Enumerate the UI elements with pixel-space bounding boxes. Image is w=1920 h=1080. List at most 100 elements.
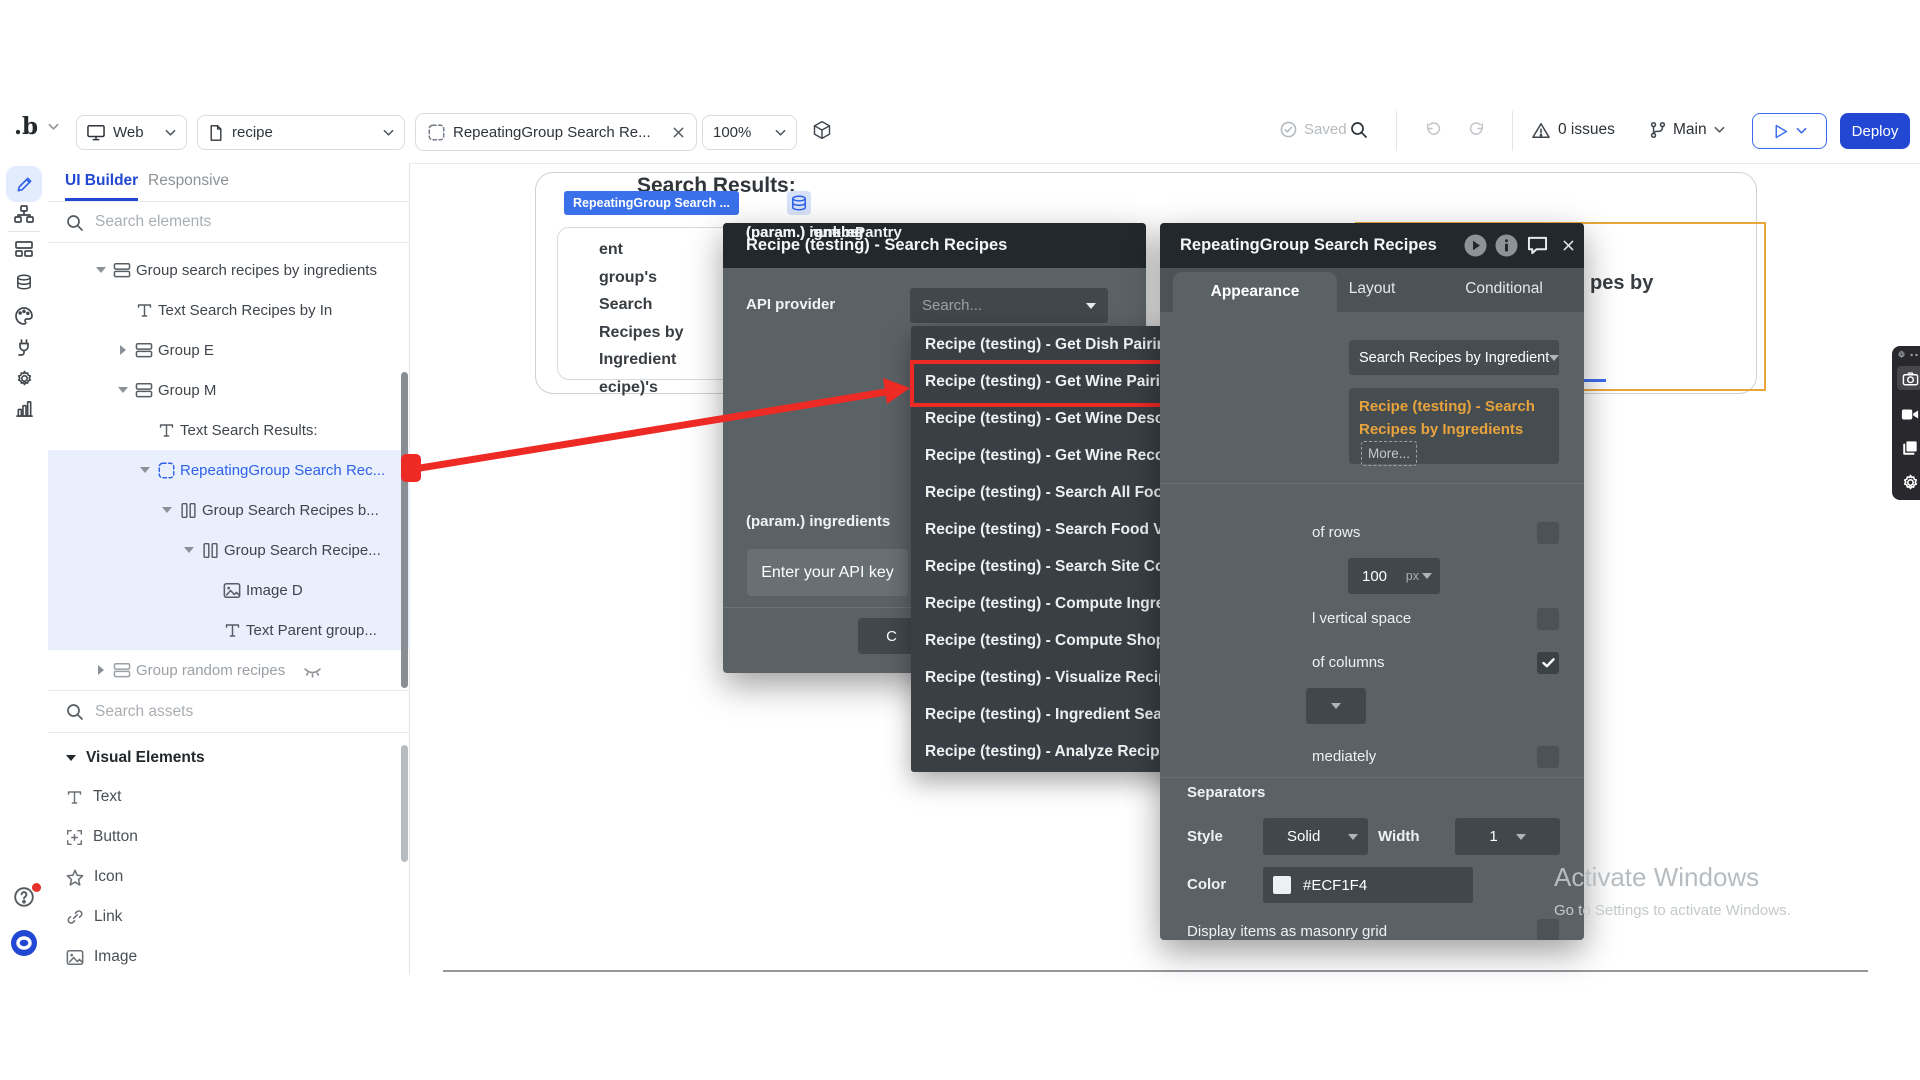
tab-responsive[interactable]: Responsive [148, 172, 229, 190]
separator-width-select[interactable]: 1 [1455, 818, 1560, 855]
tree-item-5[interactable]: RepeatingGroup Search Rec... [48, 450, 410, 490]
columns-checkbox[interactable] [1537, 652, 1559, 674]
tree-item-0[interactable]: Group search recipes by ingredients [48, 250, 410, 290]
canvas-cell-text[interactable]: ent group's Search Recipes by Ingredient… [599, 236, 683, 401]
tree-item-4[interactable]: Text Search Results: [48, 410, 410, 450]
reusable-components-icon[interactable] [12, 237, 36, 261]
caret-down-icon [66, 755, 76, 761]
immediately-checkbox[interactable] [1537, 746, 1559, 768]
issues-button[interactable]: 0 issues [1532, 121, 1615, 139]
vertical-space-checkbox[interactable] [1537, 608, 1559, 630]
deploy-button[interactable]: Deploy [1840, 113, 1910, 149]
chat-bubble-icon[interactable] [10, 929, 38, 957]
caret-down-icon[interactable] [114, 387, 132, 393]
enter-api-key-button[interactable]: Enter your API key [747, 549, 908, 596]
palette-item-label: Image [94, 948, 137, 966]
search-elements-input[interactable]: Search elements [48, 202, 410, 243]
palette-item-text[interactable]: Text [48, 777, 398, 817]
branch-name: Main [1673, 121, 1707, 139]
row-height-input[interactable]: 100 px [1348, 558, 1440, 594]
zoom-dropdown[interactable]: 100% [702, 115, 797, 150]
colgroup-icon [176, 502, 200, 519]
device-dropdown[interactable]: Web [76, 115, 187, 150]
palette-item-image[interactable]: Image [48, 937, 398, 977]
tab-layout[interactable]: Layout [1320, 280, 1424, 298]
rows-checkbox[interactable] [1537, 522, 1559, 544]
tree-item-3[interactable]: Group M [48, 370, 410, 410]
api-provider-select[interactable]: Search... [910, 288, 1108, 323]
caret-down-icon[interactable] [158, 507, 176, 513]
search-icon[interactable] [1350, 121, 1367, 138]
tree-item-label: Group Search Recipes b... [202, 502, 379, 519]
tab-appearance[interactable]: Appearance [1173, 272, 1337, 312]
undo-icon[interactable] [1424, 121, 1442, 137]
logs-icon[interactable] [12, 396, 36, 420]
assets-scrollbar[interactable] [401, 745, 408, 862]
star-icon [66, 869, 84, 886]
image-icon [66, 949, 84, 966]
tree-item-10[interactable]: Group random recipes [48, 650, 410, 690]
element-tab[interactable]: RepeatingGroup Search Re... [415, 113, 697, 151]
gear-icon[interactable] [1897, 470, 1920, 494]
video-camera-icon[interactable] [1897, 402, 1920, 426]
bubble-editor-window: .b Web recipe RepeatingGroup Search Re..… [0, 0, 1920, 1080]
tree-item-8[interactable]: Image D [48, 570, 410, 610]
preview-button[interactable] [1752, 113, 1827, 149]
caret-down-icon[interactable] [136, 467, 154, 473]
capture-mini-controls[interactable] [1897, 350, 1920, 359]
database-icon[interactable] [12, 270, 36, 294]
separator-style-select[interactable]: Solid [1263, 818, 1368, 855]
tree-item-label: Text Parent group... [246, 622, 377, 639]
columns-count-select[interactable] [1306, 688, 1366, 724]
content-type-select[interactable]: Search Recipes by Ingredient [1349, 340, 1559, 375]
close-icon[interactable] [1557, 234, 1580, 257]
save-status-label: Saved [1304, 121, 1347, 138]
caret-down-icon[interactable] [180, 547, 198, 553]
info-circle-icon[interactable] [1495, 234, 1518, 257]
search-assets-input[interactable]: Search assets [48, 690, 410, 733]
camera-icon[interactable] [1897, 366, 1920, 390]
masonry-checkbox[interactable] [1537, 919, 1559, 940]
comment-icon[interactable] [1526, 234, 1549, 257]
tree-item-9[interactable]: Text Parent group... [48, 610, 410, 650]
tab-conditional[interactable]: Conditional [1444, 280, 1564, 298]
selected-element-chip[interactable]: RepeatingGroup Search ... [564, 191, 739, 215]
component-library-icon[interactable] [812, 120, 832, 140]
tree-item-2[interactable]: Group E [48, 330, 410, 370]
page-dropdown[interactable]: recipe [197, 115, 405, 150]
styles-icon[interactable] [12, 304, 36, 328]
plugins-icon[interactable] [12, 335, 36, 359]
branch-selector[interactable]: Main [1650, 121, 1725, 139]
caret-right-icon[interactable] [92, 665, 110, 675]
tree-item-1[interactable]: Text Search Recipes by In [48, 290, 410, 330]
content-type-value: Search Recipes by Ingredient [1359, 350, 1549, 366]
button-element-icon [66, 829, 83, 846]
tree-item-6[interactable]: Group Search Recipes b... [48, 490, 410, 530]
caret-down-icon[interactable] [92, 267, 110, 273]
separator-color-field[interactable]: #ECF1F4 [1263, 867, 1473, 903]
tree-item-7[interactable]: Group Search Recipe... [48, 530, 410, 570]
palette-item-icon[interactable]: Icon [48, 857, 398, 897]
separators-header: Separators [1187, 783, 1265, 803]
sidebar-scrollbar[interactable] [401, 372, 408, 688]
redo-icon[interactable] [1468, 121, 1486, 137]
data-source-chip[interactable] [787, 191, 811, 215]
visual-elements-header[interactable]: Visual Elements [66, 745, 205, 771]
eye-closed-icon[interactable] [303, 663, 322, 678]
design-tab-icon[interactable] [6, 166, 42, 202]
workflow-icon[interactable] [12, 202, 36, 226]
link-icon [66, 908, 84, 926]
palette-item-button[interactable]: Button [48, 817, 398, 857]
settings-icon[interactable] [12, 366, 36, 390]
tab-ui-builder[interactable]: UI Builder [65, 172, 138, 201]
close-icon[interactable] [673, 127, 684, 138]
tree-item-label: Image D [246, 582, 303, 599]
vertical-space-label: l vertical space [1312, 609, 1411, 629]
layers-icon[interactable] [1897, 436, 1920, 460]
play-circle-icon[interactable] [1464, 234, 1487, 257]
more-button[interactable]: More... [1361, 441, 1417, 466]
palette-item-link[interactable]: Link [48, 897, 398, 937]
bubble-logo-menu[interactable]: .b [14, 113, 59, 140]
caret-right-icon[interactable] [114, 345, 132, 355]
data-source-field[interactable]: Recipe (testing) - Search Recipes by Ing… [1349, 388, 1559, 464]
